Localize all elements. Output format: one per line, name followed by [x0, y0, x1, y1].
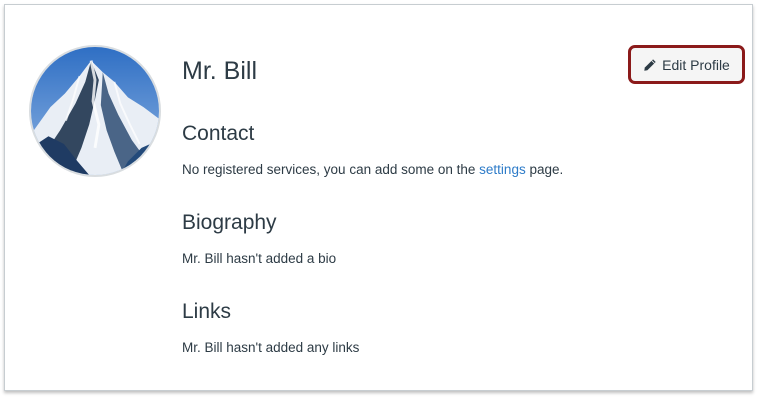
biography-text: Mr. Bill hasn't added a bio	[182, 251, 337, 266]
pencil-icon	[643, 58, 657, 72]
edit-profile-label: Edit Profile	[662, 56, 730, 73]
contact-heading: Contact	[182, 122, 255, 145]
links-text: Mr. Bill hasn't added any links	[182, 340, 360, 355]
contact-text-after: page.	[525, 162, 564, 177]
mountain-avatar-image	[31, 47, 159, 175]
settings-link[interactable]: settings	[479, 162, 526, 177]
contact-text-before: No registered services, you can add some…	[182, 162, 480, 177]
biography-heading: Biography	[182, 211, 277, 234]
contact-text: No registered services, you can add some…	[182, 161, 563, 179]
profile-name: Mr. Bill	[182, 57, 257, 85]
edit-profile-button[interactable]: Edit Profile	[628, 45, 745, 84]
profile-card: Mr. Bill Edit Profile Contact No registe…	[4, 4, 753, 391]
avatar	[29, 45, 161, 177]
links-heading: Links	[182, 300, 232, 323]
